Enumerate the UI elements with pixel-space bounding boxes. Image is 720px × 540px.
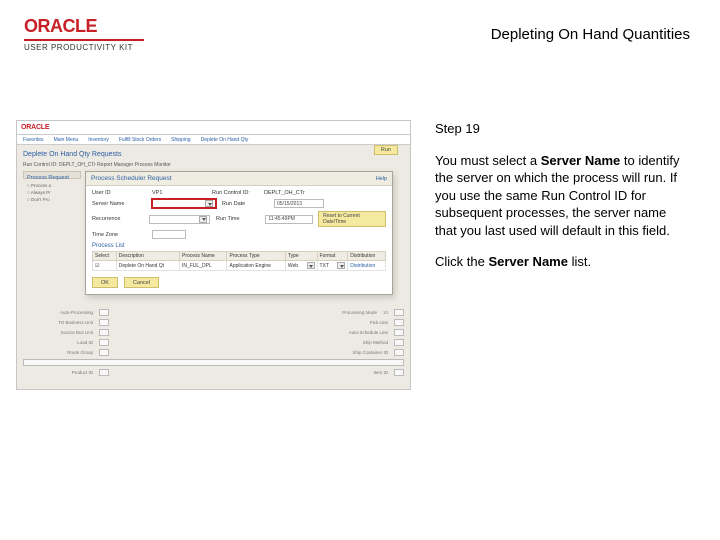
panel-opt: ○ Always Pr bbox=[27, 190, 77, 195]
underlying-page: Auto-ProcessingProcessing Mode10 TO Busi… bbox=[23, 309, 404, 387]
cell-desc: Deplete On Hand Qt bbox=[116, 261, 179, 271]
col-type: Type bbox=[285, 252, 317, 261]
process-scheduler-modal: Process Scheduler Request Help User ID V… bbox=[85, 171, 393, 295]
crumb: Favorites bbox=[23, 137, 44, 143]
chevron-down-icon[interactable] bbox=[205, 200, 213, 207]
crumb: Main Menu bbox=[54, 137, 79, 143]
left-panel: Process Request ○ Process a ○ Always Pr … bbox=[23, 171, 81, 179]
modal-title: Process Scheduler Request bbox=[91, 175, 172, 182]
embedded-screenshot: ORACLE Favorites Main Menu Inventory Ful… bbox=[16, 120, 411, 390]
cell-select: ☑ bbox=[93, 261, 117, 271]
table-row: ☑ Deplete On Hand Qt IN_FUL_DPL Applicat… bbox=[93, 261, 386, 271]
oracle-logo: ORACLE bbox=[24, 16, 144, 37]
crumb: Inventory bbox=[88, 137, 109, 143]
brand-subline: USER PRODUCTIVITY KIT bbox=[24, 43, 144, 52]
ok-button: OK bbox=[92, 277, 118, 288]
chevron-down-icon bbox=[307, 262, 315, 269]
panel-opt: ○ Don't Pro bbox=[27, 197, 77, 202]
col-dist: Distribution bbox=[348, 252, 386, 261]
instruction-panel: Step 19 You must select a Server Name to… bbox=[435, 120, 690, 390]
instruction-2: Click the Server Name list. bbox=[435, 253, 690, 271]
rundate-value: 05/15/2013 bbox=[277, 201, 302, 207]
crumb: Shipping bbox=[171, 137, 190, 143]
brand-rule bbox=[24, 39, 144, 41]
reset-button: Reset to Current Date/Time bbox=[318, 211, 386, 227]
col-ptype: Process Type bbox=[227, 252, 285, 261]
step-label: Step 19 bbox=[435, 120, 690, 138]
col-pname: Process Name bbox=[179, 252, 227, 261]
instruction-1: You must select a Server Name to identif… bbox=[435, 152, 690, 240]
server-name-label: Server Name bbox=[92, 201, 152, 207]
userid-label: User ID bbox=[92, 190, 152, 196]
crumb: Fulfill Stock Orders bbox=[119, 137, 161, 143]
app-topbar: ORACLE bbox=[17, 121, 410, 135]
runtime-value: 11:45:49PM bbox=[268, 216, 295, 222]
recurrence-dropdown bbox=[149, 215, 210, 224]
panel-header: Process Request bbox=[27, 175, 77, 181]
run-button: Run bbox=[374, 145, 398, 155]
app-logo: ORACLE bbox=[21, 124, 49, 131]
cell-ptype: Application Engine bbox=[227, 261, 285, 271]
recurrence-label: Recurrence bbox=[92, 216, 149, 222]
rundate-label: Run Date bbox=[222, 201, 274, 207]
cell-pname: IN_FUL_DPL bbox=[179, 261, 227, 271]
cell-type: Web bbox=[285, 261, 317, 271]
process-list-title: Process List bbox=[92, 243, 386, 249]
rc-label: Run Control ID: bbox=[212, 190, 264, 196]
chevron-down-icon bbox=[337, 262, 345, 269]
process-list-table: Select Description Process Name Process … bbox=[92, 251, 386, 271]
breadcrumb: Favorites Main Menu Inventory Fulfill St… bbox=[17, 135, 410, 145]
server-name-dropdown[interactable] bbox=[152, 199, 216, 208]
cancel-button: Cancel bbox=[124, 277, 159, 288]
col-select: Select bbox=[93, 252, 117, 261]
document-title: Depleting On Hand Quantities bbox=[491, 26, 690, 43]
brand-block: ORACLE USER PRODUCTIVITY KIT bbox=[24, 16, 144, 52]
col-format: Format bbox=[317, 252, 348, 261]
rc-value: DEPLT_OH_CTr bbox=[264, 190, 305, 196]
cell-format: TXT bbox=[317, 261, 348, 271]
userid-value: VP1 bbox=[152, 190, 212, 196]
cell-dist: Distribution bbox=[348, 261, 386, 271]
crumb: Deplete On Hand Qty bbox=[201, 137, 249, 143]
timezone-field bbox=[152, 230, 186, 239]
chevron-down-icon bbox=[199, 216, 207, 223]
runtime-field: 11:45:49PM bbox=[265, 215, 313, 224]
run-control-line: Run Control ID: DEPLT_OH_CTr Report Mana… bbox=[23, 162, 404, 168]
runtime-label: Run Time bbox=[216, 216, 265, 222]
col-desc: Description bbox=[116, 252, 179, 261]
rundate-field: 05/15/2013 bbox=[274, 199, 324, 208]
page-title: Deplete On Hand Qty Requests bbox=[23, 151, 404, 158]
timezone-label: Time Zone bbox=[92, 232, 152, 238]
panel-opt: ○ Process a bbox=[27, 183, 77, 188]
modal-help-link: Help bbox=[376, 176, 387, 182]
